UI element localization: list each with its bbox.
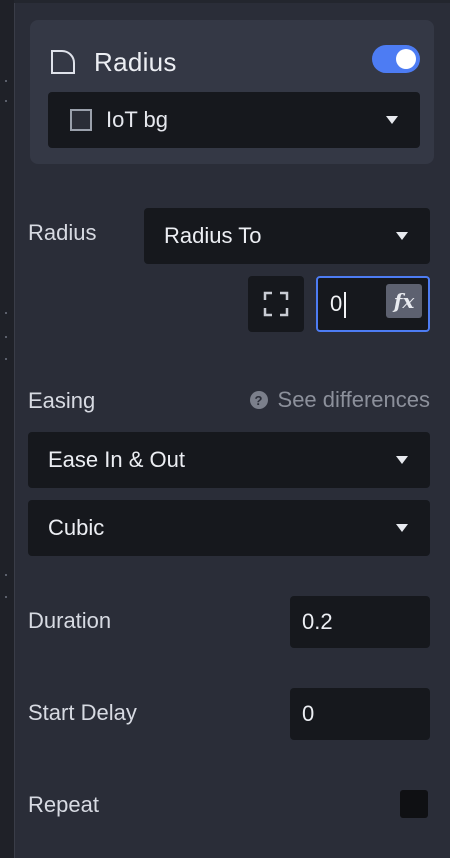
- left-panel-edge: [0, 0, 15, 858]
- easing-label: Easing: [28, 388, 96, 413]
- edge-mark: [5, 596, 7, 598]
- edge-mark: [5, 312, 7, 314]
- individual-corners-button[interactable]: [248, 276, 304, 332]
- chevron-down-icon: [386, 116, 398, 124]
- radius-mode-dropdown[interactable]: Radius To: [144, 208, 430, 264]
- start-delay-input[interactable]: 0: [290, 688, 430, 740]
- toggle-knob: [396, 49, 416, 69]
- expand-corners-icon: [263, 291, 289, 317]
- square-swatch-icon: [70, 109, 92, 131]
- repeat-checkbox[interactable]: [400, 790, 428, 818]
- easing-curve-dropdown[interactable]: Cubic: [28, 500, 430, 556]
- target-layer-dropdown[interactable]: IoT bg: [48, 92, 420, 148]
- duration-label: Duration: [28, 608, 112, 633]
- radius-action-card: Radius IoT bg: [30, 20, 434, 164]
- edge-mark: [5, 358, 7, 360]
- edge-mark: [5, 100, 7, 102]
- rounded-corner-shape-icon: [51, 50, 75, 74]
- radius-value: 0: [330, 291, 343, 316]
- edge-mark: [5, 336, 7, 338]
- fx-formula-button[interactable]: fx: [386, 284, 422, 318]
- edge-mark: [5, 574, 7, 576]
- panel-top-border: [14, 0, 450, 3]
- radius-label: Radius: [28, 220, 97, 245]
- easing-type-dropdown[interactable]: Ease In & Out: [28, 432, 430, 488]
- target-layer-label: IoT bg: [106, 107, 168, 132]
- question-circle-icon: ?: [249, 391, 268, 409]
- start-delay-value: 0: [302, 701, 315, 726]
- card-title: Radius: [94, 46, 177, 77]
- see-differences-text: See differences: [277, 387, 430, 412]
- see-differences-link[interactable]: ? See differences: [249, 387, 430, 413]
- easing-curve-value: Cubic: [48, 515, 105, 540]
- edge-mark: [5, 80, 7, 82]
- text-cursor: [344, 292, 346, 318]
- chevron-down-icon: [396, 232, 408, 240]
- chevron-down-icon: [396, 456, 408, 464]
- start-delay-label: Start Delay: [28, 700, 137, 725]
- duration-value: 0.2: [302, 609, 333, 634]
- repeat-label: Repeat: [28, 792, 99, 817]
- chevron-down-icon: [396, 524, 408, 532]
- duration-input[interactable]: 0.2: [290, 596, 430, 648]
- radius-value-input[interactable]: 0 fx: [316, 276, 430, 332]
- radius-mode-value: Radius To: [164, 223, 262, 248]
- card-header: Radius: [50, 44, 420, 80]
- easing-type-value: Ease In & Out: [48, 447, 185, 472]
- action-enabled-toggle[interactable]: [372, 45, 420, 73]
